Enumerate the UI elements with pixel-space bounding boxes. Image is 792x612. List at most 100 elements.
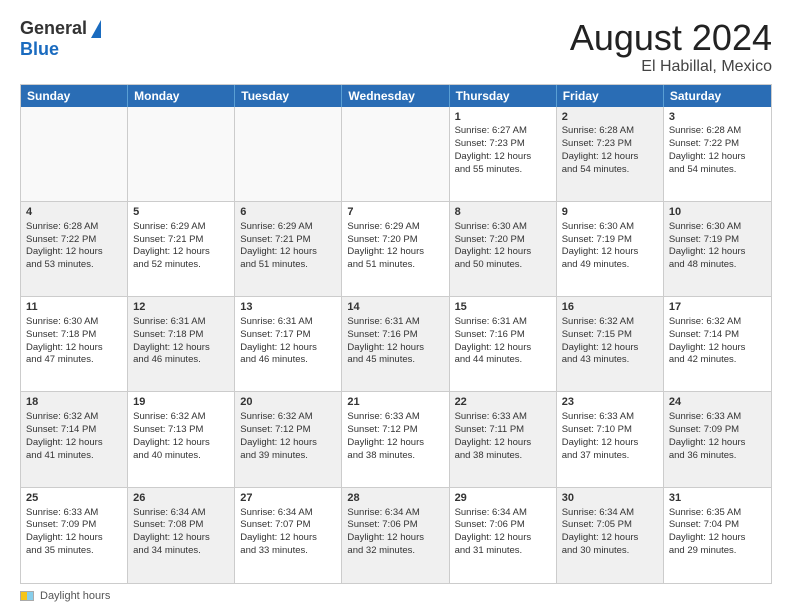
day-info: Sunset: 7:18 PM	[133, 329, 229, 342]
day-number: 31	[669, 491, 766, 506]
day-info: Sunset: 7:12 PM	[240, 424, 336, 437]
day-info: Sunrise: 6:34 AM	[347, 507, 443, 520]
day-info: Sunset: 7:22 PM	[26, 234, 122, 247]
day-info: Sunrise: 6:33 AM	[26, 507, 122, 520]
day-info: and 49 minutes.	[562, 259, 658, 272]
day-info: Sunset: 7:06 PM	[455, 519, 551, 532]
location: El Habillal, Mexico	[570, 58, 772, 76]
logo-area: General Blue	[20, 18, 101, 60]
day-info: Sunset: 7:17 PM	[240, 329, 336, 342]
daylight-icon	[20, 591, 34, 601]
day-info: and 38 minutes.	[455, 450, 551, 463]
calendar-cell: 31Sunrise: 6:35 AMSunset: 7:04 PMDayligh…	[664, 488, 771, 583]
day-info: and 54 minutes.	[562, 164, 658, 177]
day-info: Sunset: 7:19 PM	[562, 234, 658, 247]
day-info: Sunset: 7:20 PM	[455, 234, 551, 247]
day-info: Daylight: 12 hours	[562, 342, 658, 355]
day-number: 23	[562, 395, 658, 410]
day-info: Sunrise: 6:32 AM	[133, 411, 229, 424]
day-info: Daylight: 12 hours	[240, 437, 336, 450]
day-info: Daylight: 12 hours	[455, 151, 551, 164]
day-info: Sunrise: 6:30 AM	[669, 221, 766, 234]
calendar-cell: 8Sunrise: 6:30 AMSunset: 7:20 PMDaylight…	[450, 202, 557, 296]
day-info: Sunrise: 6:34 AM	[133, 507, 229, 520]
day-info: Sunrise: 6:30 AM	[455, 221, 551, 234]
day-info: and 30 minutes.	[562, 545, 658, 558]
day-info: Sunrise: 6:33 AM	[347, 411, 443, 424]
day-info: and 53 minutes.	[26, 259, 122, 272]
day-number: 18	[26, 395, 122, 410]
day-info: Daylight: 12 hours	[347, 246, 443, 259]
day-number: 22	[455, 395, 551, 410]
day-info: and 38 minutes.	[347, 450, 443, 463]
day-info: Daylight: 12 hours	[26, 532, 122, 545]
day-info: Sunset: 7:14 PM	[669, 329, 766, 342]
footer-label: Daylight hours	[40, 590, 110, 602]
day-number: 25	[26, 491, 122, 506]
day-number: 13	[240, 300, 336, 315]
calendar-cell	[128, 107, 235, 201]
day-info: Sunset: 7:12 PM	[347, 424, 443, 437]
day-info: Sunset: 7:14 PM	[26, 424, 122, 437]
day-info: Daylight: 12 hours	[133, 437, 229, 450]
day-number: 16	[562, 300, 658, 315]
day-info: Daylight: 12 hours	[240, 246, 336, 259]
day-info: Sunrise: 6:29 AM	[240, 221, 336, 234]
day-info: Sunset: 7:08 PM	[133, 519, 229, 532]
calendar-header-cell: Wednesday	[342, 85, 449, 107]
day-number: 9	[562, 205, 658, 220]
day-info: Sunset: 7:09 PM	[669, 424, 766, 437]
calendar-cell: 1Sunrise: 6:27 AMSunset: 7:23 PMDaylight…	[450, 107, 557, 201]
day-info: and 32 minutes.	[347, 545, 443, 558]
day-info: Daylight: 12 hours	[347, 437, 443, 450]
day-info: Sunrise: 6:29 AM	[347, 221, 443, 234]
day-info: Daylight: 12 hours	[133, 532, 229, 545]
day-info: Daylight: 12 hours	[26, 342, 122, 355]
day-info: Sunset: 7:11 PM	[455, 424, 551, 437]
day-info: Sunrise: 6:31 AM	[455, 316, 551, 329]
calendar-cell: 21Sunrise: 6:33 AMSunset: 7:12 PMDayligh…	[342, 392, 449, 486]
calendar-cell: 22Sunrise: 6:33 AMSunset: 7:11 PMDayligh…	[450, 392, 557, 486]
day-info: and 55 minutes.	[455, 164, 551, 177]
day-info: and 51 minutes.	[347, 259, 443, 272]
day-info: Sunset: 7:23 PM	[455, 138, 551, 151]
day-info: Daylight: 12 hours	[669, 151, 766, 164]
day-number: 20	[240, 395, 336, 410]
calendar-cell: 3Sunrise: 6:28 AMSunset: 7:22 PMDaylight…	[664, 107, 771, 201]
calendar-week: 4Sunrise: 6:28 AMSunset: 7:22 PMDaylight…	[21, 202, 771, 297]
day-info: Daylight: 12 hours	[669, 246, 766, 259]
day-info: and 44 minutes.	[455, 354, 551, 367]
day-info: Sunset: 7:16 PM	[347, 329, 443, 342]
day-info: Sunset: 7:07 PM	[240, 519, 336, 532]
day-info: and 43 minutes.	[562, 354, 658, 367]
day-number: 27	[240, 491, 336, 506]
day-info: and 45 minutes.	[347, 354, 443, 367]
day-info: Daylight: 12 hours	[562, 246, 658, 259]
day-info: Sunset: 7:05 PM	[562, 519, 658, 532]
day-info: and 40 minutes.	[133, 450, 229, 463]
day-info: Daylight: 12 hours	[562, 532, 658, 545]
day-info: and 33 minutes.	[240, 545, 336, 558]
calendar-cell: 30Sunrise: 6:34 AMSunset: 7:05 PMDayligh…	[557, 488, 664, 583]
day-info: and 46 minutes.	[240, 354, 336, 367]
day-info: Sunset: 7:13 PM	[133, 424, 229, 437]
title-area: August 2024 El Habillal, Mexico	[570, 18, 772, 76]
day-number: 24	[669, 395, 766, 410]
calendar-cell: 18Sunrise: 6:32 AMSunset: 7:14 PMDayligh…	[21, 392, 128, 486]
day-info: and 52 minutes.	[133, 259, 229, 272]
calendar-cell	[342, 107, 449, 201]
calendar-cell: 15Sunrise: 6:31 AMSunset: 7:16 PMDayligh…	[450, 297, 557, 391]
day-info: and 34 minutes.	[133, 545, 229, 558]
day-info: and 41 minutes.	[26, 450, 122, 463]
calendar-cell: 25Sunrise: 6:33 AMSunset: 7:09 PMDayligh…	[21, 488, 128, 583]
day-number: 26	[133, 491, 229, 506]
day-number: 4	[26, 205, 122, 220]
calendar-week: 1Sunrise: 6:27 AMSunset: 7:23 PMDaylight…	[21, 107, 771, 202]
day-info: Sunrise: 6:30 AM	[562, 221, 658, 234]
calendar-cell: 5Sunrise: 6:29 AMSunset: 7:21 PMDaylight…	[128, 202, 235, 296]
day-number: 12	[133, 300, 229, 315]
month-year: August 2024	[570, 18, 772, 58]
page: General Blue August 2024 El Habillal, Me…	[0, 0, 792, 612]
day-info: Sunrise: 6:32 AM	[562, 316, 658, 329]
calendar-header-cell: Sunday	[21, 85, 128, 107]
